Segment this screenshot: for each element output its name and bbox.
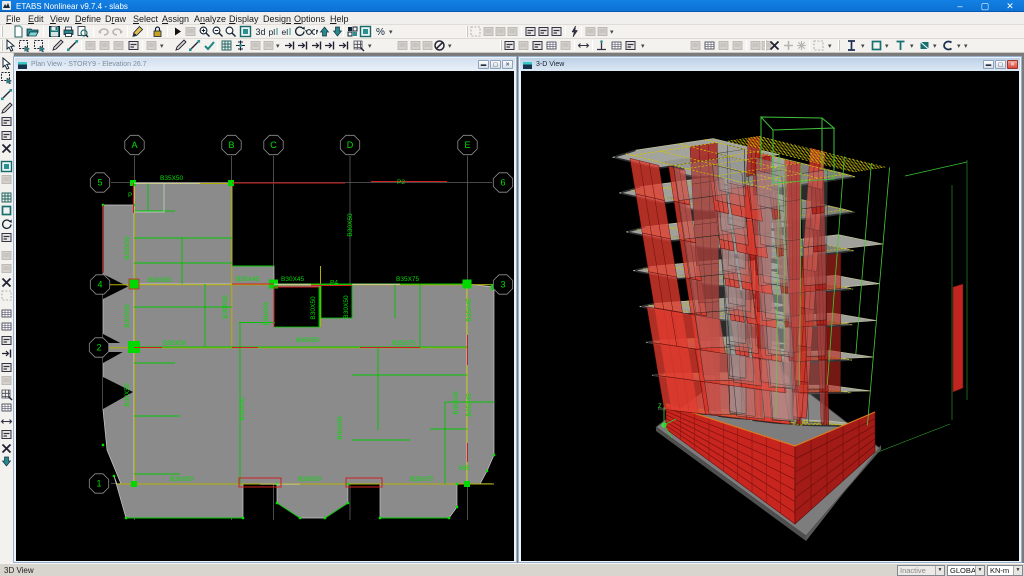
- svg-text:B30X50: B30X50: [222, 295, 229, 319]
- svg-text:1: 1: [96, 479, 101, 489]
- svg-text:P: P: [128, 192, 132, 199]
- svg-text:D: D: [347, 140, 354, 150]
- svg-text:P2: P2: [397, 179, 405, 186]
- svg-text:B30X50: B30X50: [148, 277, 172, 284]
- svg-text:B35X45: B35X45: [466, 298, 473, 322]
- svg-text:A: A: [131, 140, 137, 150]
- svg-text:C: C: [270, 140, 277, 150]
- svg-text:4: 4: [97, 280, 102, 290]
- svg-text:B30X50: B30X50: [310, 296, 317, 320]
- svg-text:B35X45: B35X45: [466, 393, 473, 417]
- svg-text:6: 6: [500, 178, 505, 188]
- svg-text:B35: B35: [459, 466, 470, 472]
- svg-text:B30X50: B30X50: [337, 416, 344, 440]
- svg-text:B30X45: B30X45: [236, 276, 260, 283]
- svg-text:B30X50: B30X50: [124, 383, 131, 407]
- svg-text:B35X75: B35X75: [396, 276, 420, 283]
- svg-text:B30X50: B30X50: [296, 337, 320, 344]
- svg-text:2: 2: [96, 343, 101, 353]
- svg-text:B35X75: B35X75: [410, 476, 434, 483]
- svg-text:3: 3: [500, 280, 505, 290]
- svg-text:B35X45: B35X45: [453, 391, 460, 415]
- svg-text:B30X50: B30X50: [163, 340, 187, 347]
- svg-text:B30X50: B30X50: [170, 476, 194, 483]
- svg-text:B35X75: B35X75: [392, 340, 416, 347]
- svg-text:B30X50: B30X50: [298, 476, 322, 483]
- svg-text:5: 5: [97, 178, 102, 188]
- svg-text:B30X50: B30X50: [343, 295, 350, 319]
- svg-text:B30X50: B30X50: [239, 397, 246, 421]
- svg-text:Z: Z: [658, 404, 662, 410]
- svg-text:B30X45: B30X45: [281, 276, 305, 283]
- svg-text:B35X50: B35X50: [160, 175, 184, 182]
- svg-text:B30X50: B30X50: [124, 304, 131, 328]
- svg-text:E: E: [464, 140, 470, 150]
- svg-text:B30X50: B30X50: [263, 302, 270, 326]
- svg-text:P4: P4: [330, 280, 338, 287]
- svg-text:B30X50: B30X50: [124, 236, 131, 260]
- svg-text:B: B: [228, 140, 234, 150]
- svg-text:B30X50: B30X50: [347, 213, 354, 237]
